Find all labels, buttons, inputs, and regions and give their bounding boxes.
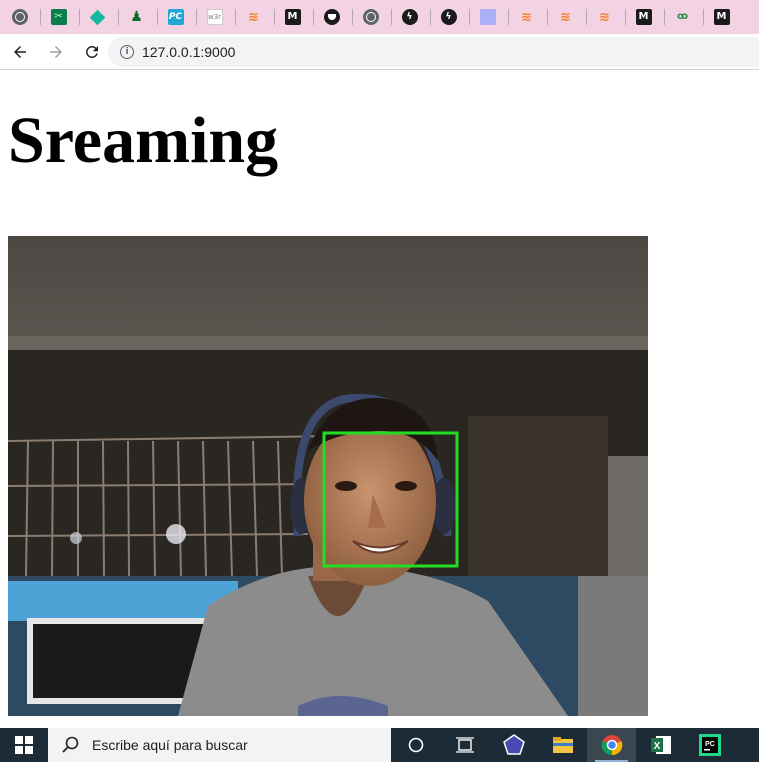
stackoverflow-icon: ≋ [560, 9, 571, 25]
windows-logo-icon [15, 736, 33, 754]
medium-icon: M [635, 9, 652, 25]
arrow-left-icon [14, 45, 26, 58]
bolt-icon: ϟ [440, 9, 457, 25]
medium-icon: M [284, 9, 301, 25]
bookmark-item[interactable]: M [702, 0, 741, 34]
back-button[interactable] [4, 36, 36, 68]
bookmark-item[interactable] [468, 0, 507, 34]
folder-icon [552, 737, 573, 753]
pc-icon: PC [167, 9, 184, 25]
windows-taskbar: Escribe aquí para buscar X PC [0, 728, 759, 762]
bookmark-item[interactable]: PC [156, 0, 195, 34]
shield-icon [323, 9, 340, 25]
bookmark-item[interactable]: ✂ [39, 0, 78, 34]
task-view-icon [455, 737, 474, 753]
geeksforgeeks-icon: ꝏ [676, 11, 689, 22]
reload-icon [86, 45, 98, 58]
cortana-button[interactable] [391, 728, 440, 762]
bookmark-item[interactable] [0, 0, 39, 34]
forward-button[interactable] [40, 36, 72, 68]
pycharm-icon: PC [698, 734, 721, 756]
globe-icon [362, 9, 379, 25]
taskbar-search[interactable]: Escribe aquí para buscar [48, 728, 391, 762]
stackoverflow-icon: ≋ [599, 9, 610, 25]
search-placeholder: Escribe aquí para buscar [92, 737, 248, 753]
start-button[interactable] [0, 728, 48, 762]
network-app-icon [502, 734, 525, 755]
page-title: Sreaming [8, 104, 279, 177]
bookmark-item[interactable]: ꝏ [663, 0, 702, 34]
taskbar-app-network[interactable] [489, 728, 538, 762]
cortana-icon [408, 737, 423, 753]
bookmark-item[interactable]: ≋ [585, 0, 624, 34]
svg-text:PC: PC [705, 741, 715, 748]
scissors-icon: ✂ [50, 9, 67, 25]
diamond-icon [90, 9, 106, 25]
bookmark-item[interactable]: ≋ [507, 0, 546, 34]
bookmark-item[interactable]: M [273, 0, 312, 34]
address-bar[interactable]: i 127.0.0.1:9000 [108, 37, 759, 67]
stackoverflow-icon: ≋ [248, 9, 259, 25]
bookmarks-bar: ✂ ♟ PC w3r ≋ Mϟ ϟ ≋ ≋ ≋ Mꝏ M [0, 0, 759, 34]
taskbar-app-excel[interactable]: X [636, 728, 685, 762]
bookmark-item[interactable] [312, 0, 351, 34]
bookmark-item[interactable] [78, 0, 117, 34]
info-icon[interactable]: i [120, 45, 134, 59]
taskbar-app-pycharm[interactable]: PC [685, 728, 734, 762]
bolt-icon: ϟ [401, 9, 418, 25]
webcam-frame [8, 236, 648, 716]
android-icon: ♟ [130, 9, 143, 25]
stackoverflow-icon: ≋ [521, 9, 532, 25]
w3resource-icon: w3r [206, 9, 223, 25]
reload-button[interactable] [76, 36, 108, 68]
bookmark-item[interactable]: M [624, 0, 663, 34]
bookmark-item[interactable]: ϟ [390, 0, 429, 34]
bookmark-item[interactable]: ≋ [546, 0, 585, 34]
browser-toolbar: i 127.0.0.1:9000 [0, 34, 759, 70]
taskbar-app-explorer[interactable] [538, 728, 587, 762]
search-icon [62, 736, 79, 753]
arrow-right-icon [50, 45, 62, 58]
bookmark-item[interactable] [351, 0, 390, 34]
bookmark-item[interactable]: ≋ [234, 0, 273, 34]
taskbar-app-chrome[interactable] [587, 728, 636, 762]
task-view-button[interactable] [440, 728, 489, 762]
bookmark-item[interactable]: ϟ [429, 0, 468, 34]
excel-icon: X [650, 736, 671, 754]
url-text[interactable]: 127.0.0.1:9000 [142, 44, 235, 60]
square-icon [479, 9, 496, 25]
chrome-icon [601, 735, 622, 756]
video-stream [8, 236, 648, 716]
bookmark-item[interactable]: ♟ [117, 0, 156, 34]
bookmark-item[interactable]: w3r [195, 0, 234, 34]
svg-text:X: X [653, 741, 660, 752]
medium-icon: M [713, 9, 730, 25]
globe-icon [11, 9, 28, 25]
